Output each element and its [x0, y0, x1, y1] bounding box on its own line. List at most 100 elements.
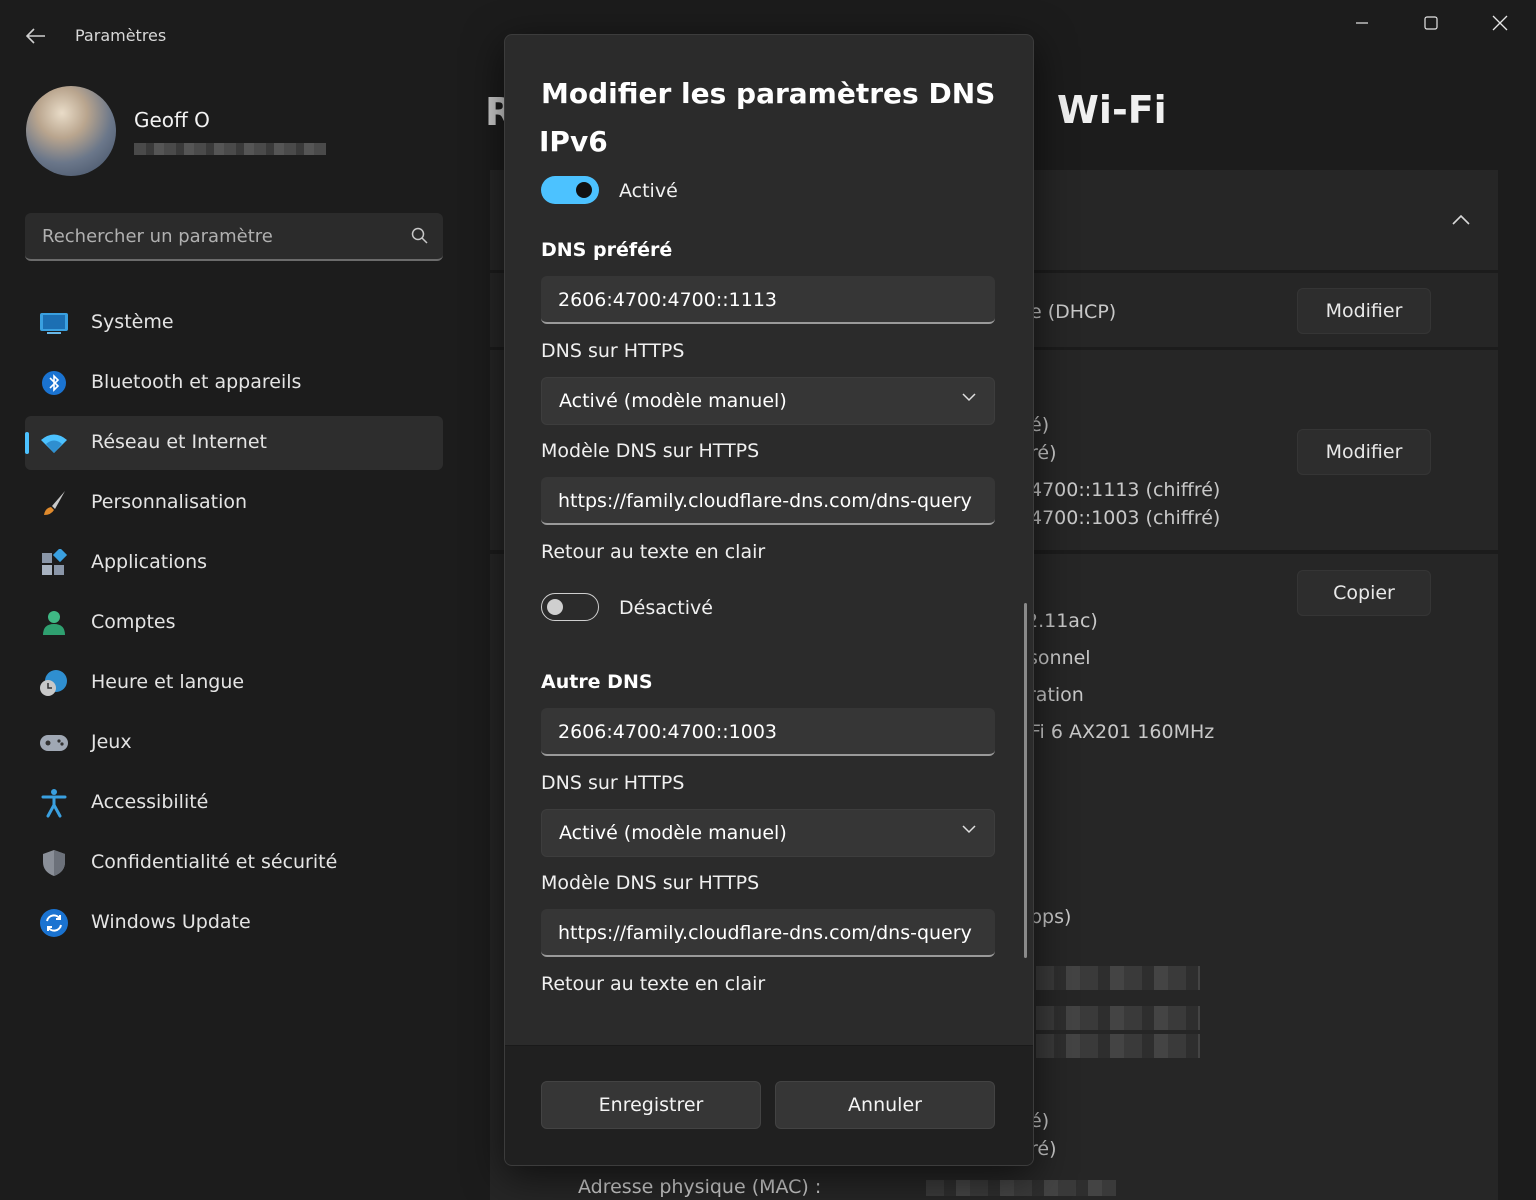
dialog-scrollbar[interactable]: [1024, 603, 1027, 958]
speed-fragment: bps): [1030, 906, 1072, 928]
person-icon: [39, 609, 69, 637]
sidebar-item-label: Windows Update: [91, 911, 251, 933]
minimize-icon: [1356, 22, 1368, 24]
toggle-knob: [576, 182, 592, 198]
toggle-knob: [547, 599, 563, 615]
preferred-dns-heading: DNS préféré: [541, 239, 673, 261]
sidebar-item-label: Réseau et Internet: [91, 431, 267, 453]
dialog-title: Modifier les paramètres DNS: [541, 77, 996, 110]
alternate-dns-heading: Autre DNS: [541, 671, 653, 693]
apps-icon: [39, 549, 69, 577]
maximize-icon: [1424, 16, 1438, 30]
sidebar-item-jeux[interactable]: Jeux: [25, 716, 443, 770]
dns-fragment: 4700::1113 (chiffré): [1030, 479, 1221, 501]
gamepad-icon: [39, 729, 69, 757]
minimize-button[interactable]: [1328, 0, 1396, 46]
redacted-value: [1036, 1034, 1200, 1058]
sidebar-item-bluetooth[interactable]: Bluetooth et appareils: [25, 356, 443, 410]
ip-assignment-value: e (DHCP): [1030, 301, 1117, 323]
preferred-doh-select[interactable]: Activé (modèle manuel): [541, 377, 995, 425]
user-name: Geoff O: [134, 108, 210, 132]
alternate-fallback-label: Retour au texte en clair: [541, 973, 766, 995]
dns-fragment: 4700::1003 (chiffré): [1030, 507, 1221, 529]
preferred-fallback-toggle[interactable]: [541, 593, 599, 621]
chevron-up-icon[interactable]: [1452, 214, 1470, 226]
sidebar-item-label: Applications: [91, 551, 208, 573]
close-icon: [1492, 15, 1508, 31]
alternate-doh-label: DNS sur HTTPS: [541, 772, 685, 794]
preferred-fallback-label: Retour au texte en clair: [541, 541, 766, 563]
alternate-template-input[interactable]: https://family.cloudflare-dns.com/dns-qu…: [541, 909, 995, 957]
avatar[interactable]: [26, 86, 116, 176]
mac-label: Adresse physique (MAC) :: [578, 1176, 822, 1198]
sidebar-item-personnalisation[interactable]: Personnalisation: [25, 476, 443, 530]
alternate-template-label: Modèle DNS sur HTTPS: [541, 872, 760, 894]
preferred-doh-label: DNS sur HTTPS: [541, 340, 685, 362]
sidebar-item-label: Personnalisation: [91, 491, 248, 513]
user-email-redacted: [134, 143, 326, 155]
sidebar-item-label: Accessibilité: [91, 791, 209, 813]
search-input[interactable]: Rechercher un paramètre: [42, 226, 273, 247]
sidebar-item-comptes[interactable]: Comptes: [25, 596, 443, 650]
page-title: Wi-Fi: [1057, 88, 1167, 132]
accessibility-icon: [39, 789, 69, 818]
update-icon: [39, 909, 69, 937]
alternate-dns-value: 2606:4700:4700::1003: [558, 721, 778, 743]
ipv6-toggle[interactable]: [541, 176, 599, 204]
maximize-button[interactable]: [1397, 0, 1465, 46]
alternate-template-value: https://family.cloudflare-dns.com/dns-qu…: [558, 922, 972, 944]
brush-icon: [39, 489, 69, 517]
search-box[interactable]: Rechercher un paramètre: [25, 213, 443, 261]
sidebar-item-applications[interactable]: Applications: [25, 536, 443, 590]
app-title: Paramètres: [75, 26, 167, 45]
preferred-template-label: Modèle DNS sur HTTPS: [541, 440, 760, 462]
search-icon[interactable]: [411, 227, 429, 245]
sidebar-item-label: Confidentialité et sécurité: [91, 851, 338, 873]
preferred-dns-value: 2606:4700:4700::1113: [558, 289, 778, 311]
save-button[interactable]: Enregistrer: [541, 1081, 761, 1129]
copy-button[interactable]: Copier: [1297, 570, 1431, 616]
active-indicator: [25, 432, 29, 454]
redacted-value: [1036, 966, 1200, 990]
sidebar-item-confidentialite[interactable]: Confidentialité et sécurité: [25, 836, 443, 890]
preferred-template-input[interactable]: https://family.cloudflare-dns.com/dns-qu…: [541, 477, 995, 525]
redacted-value: [1036, 1006, 1200, 1030]
ipv6-heading: IPv6: [539, 125, 608, 158]
sidebar-item-accessibilite[interactable]: Accessibilité: [25, 776, 443, 830]
alternate-dns-input[interactable]: 2606:4700:4700::1003: [541, 708, 995, 756]
adapter-fragment: Fi 6 AX201 160MHz: [1030, 721, 1215, 743]
back-button[interactable]: [18, 18, 54, 54]
manufacturer-fragment: ration: [1028, 684, 1084, 706]
wifi-icon: [39, 429, 69, 457]
sidebar-item-systeme[interactable]: Système: [25, 296, 443, 350]
sidebar-item-label: Jeux: [91, 731, 132, 753]
sidebar-item-label: Bluetooth et appareils: [91, 371, 302, 393]
ipv6-toggle-label: Activé: [619, 180, 678, 202]
sidebar-item-label: Système: [91, 311, 174, 333]
close-button[interactable]: [1466, 0, 1534, 46]
alternate-doh-value: Activé (modèle manuel): [559, 822, 787, 844]
shield-icon: [39, 849, 69, 877]
chevron-down-icon: [962, 825, 976, 834]
protocol-fragment: 2.11ac): [1026, 610, 1098, 632]
back-arrow-icon: [26, 28, 45, 44]
sidebar-item-label: Comptes: [91, 611, 176, 633]
monitor-icon: [39, 309, 69, 337]
alternate-doh-select[interactable]: Activé (modèle manuel): [541, 809, 995, 857]
modify-dns-button[interactable]: Modifier: [1297, 429, 1431, 475]
dns-settings-dialog: Modifier les paramètres DNS IPv6 Activé …: [504, 34, 1034, 1166]
sidebar-item-reseau[interactable]: Réseau et Internet: [25, 416, 443, 470]
sidebar-item-heure-langue[interactable]: Heure et langue: [25, 656, 443, 710]
preferred-doh-value: Activé (modèle manuel): [559, 390, 787, 412]
sidebar-item-windows-update[interactable]: Windows Update: [25, 896, 443, 950]
cancel-button[interactable]: Annuler: [775, 1081, 995, 1129]
redacted-mac: [926, 1180, 1116, 1196]
preferred-fallback-toggle-label: Désactivé: [619, 597, 713, 619]
preferred-dns-input[interactable]: 2606:4700:4700::1113: [541, 276, 995, 324]
preferred-template-value: https://family.cloudflare-dns.com/dns-qu…: [558, 490, 972, 512]
security-fragment: sonnel: [1028, 647, 1091, 669]
bluetooth-icon: [39, 369, 69, 397]
modify-ip-button[interactable]: Modifier: [1297, 288, 1431, 334]
sidebar-item-label: Heure et langue: [91, 671, 245, 693]
clock-globe-icon: [39, 669, 69, 697]
